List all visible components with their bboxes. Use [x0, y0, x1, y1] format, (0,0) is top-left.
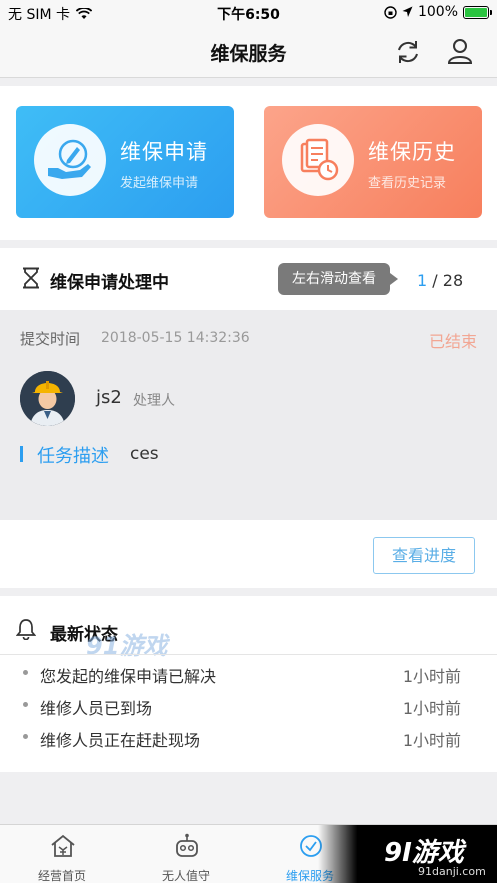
status-text: 您发起的维保申请已解决 — [40, 667, 217, 686]
processing-header: 维保申请处理中 左右滑动查看 1 / 28 — [0, 248, 497, 310]
action-cards: 维保申请 发起维保申请 维保历史 查看历史记录 — [0, 86, 497, 240]
submit-time-label: 提交时间 — [20, 330, 81, 348]
pager-total: / 28 — [432, 271, 464, 290]
swipe-hint-tooltip: 左右滑动查看 — [278, 263, 398, 295]
bell-icon — [16, 619, 36, 640]
card-subtitle: 发起维保申请 — [120, 176, 199, 191]
bullet-dot — [23, 670, 28, 675]
user-icon[interactable] — [446, 37, 474, 65]
watermark-logo: 91游戏 — [86, 632, 168, 660]
status-time: 1小时前 — [402, 699, 461, 718]
battery-fill — [465, 7, 487, 17]
tab-bar: 经营首页 无人值守 维保服务 9I游戏 91danji.com — [0, 824, 497, 883]
brand-logo: 9I游戏 — [384, 838, 464, 868]
handler-role: 处理人 — [133, 393, 175, 409]
pager: 1 / 28 — [417, 271, 463, 290]
hand-pen-icon — [34, 124, 106, 196]
battery-icon — [463, 5, 492, 19]
divider — [0, 654, 497, 655]
status-text: 维修人员已到场 — [40, 699, 153, 718]
handler-name: js2 — [96, 387, 122, 408]
maintenance-history-card[interactable]: 维保历史 查看历史记录 — [264, 106, 482, 218]
tab-label: 无人值守 — [161, 869, 210, 883]
refresh-icon[interactable] — [394, 38, 422, 66]
processing-section: 维保申请处理中 左右滑动查看 1 / 28 提交时间 2018-05-15 14… — [0, 248, 497, 588]
card-title: 维保申请 — [120, 140, 208, 164]
bullet-dot — [23, 702, 28, 707]
page-title: 维保服务 — [210, 43, 287, 65]
view-progress-button[interactable]: 查看进度 — [373, 537, 475, 574]
avatar — [20, 371, 75, 426]
pager-current: 1 — [417, 271, 428, 290]
task-accent-bar — [20, 446, 23, 462]
processing-title: 维保申请处理中 — [50, 273, 169, 293]
task-description-label: 任务描述 — [37, 446, 109, 467]
status-time: 1小时前 — [402, 731, 461, 750]
status-text: 维修人员正在赶赴现场 — [40, 731, 201, 750]
tab-label: 经营首页 — [37, 869, 86, 883]
latest-status-section: 最新状态 91游戏 您发起的维保申请已解决 1小时前 维修人员已到场 1小时前 … — [0, 596, 497, 772]
status-badge: 已结束 — [428, 332, 477, 351]
navigation-bar: 维保服务 — [0, 26, 497, 78]
location-icon — [402, 6, 413, 17]
battery-percent: 100% — [417, 4, 458, 20]
tab-business-home[interactable]: 经营首页 — [0, 825, 124, 883]
bullet-dot — [23, 734, 28, 739]
maintenance-request-card[interactable]: 维保申请 发起维保申请 — [16, 106, 234, 218]
list-item[interactable]: 维修人员已到场 1小时前 — [0, 690, 497, 722]
request-card[interactable]: 提交时间 2018-05-15 14:32:36 已结束 js2 处理人 任务描… — [0, 310, 497, 520]
list-item[interactable]: 您发起的维保申请已解决 1小时前 — [0, 658, 497, 690]
status-bar: 无 SIM 卡 下午6:50 100% — [0, 0, 497, 26]
tab-unattended[interactable]: 无人值守 — [124, 825, 248, 883]
list-item[interactable]: 维修人员正在赶赴现场 1小时前 — [0, 722, 497, 754]
document-clock-icon — [282, 124, 354, 196]
task-description-value: ces — [130, 444, 159, 464]
robot-icon — [176, 833, 198, 857]
card-subtitle: 查看历史记录 — [368, 176, 447, 191]
brand-watermark: 9I游戏 91danji.com — [318, 825, 497, 883]
hourglass-icon — [23, 267, 39, 289]
brand-url: 91danji.com — [418, 865, 486, 878]
home-icon — [51, 834, 75, 857]
orientation-lock-icon — [384, 5, 397, 19]
card-title: 维保历史 — [368, 140, 456, 164]
submit-time-value: 2018-05-15 14:32:36 — [101, 330, 250, 346]
status-time: 1小时前 — [402, 667, 461, 686]
